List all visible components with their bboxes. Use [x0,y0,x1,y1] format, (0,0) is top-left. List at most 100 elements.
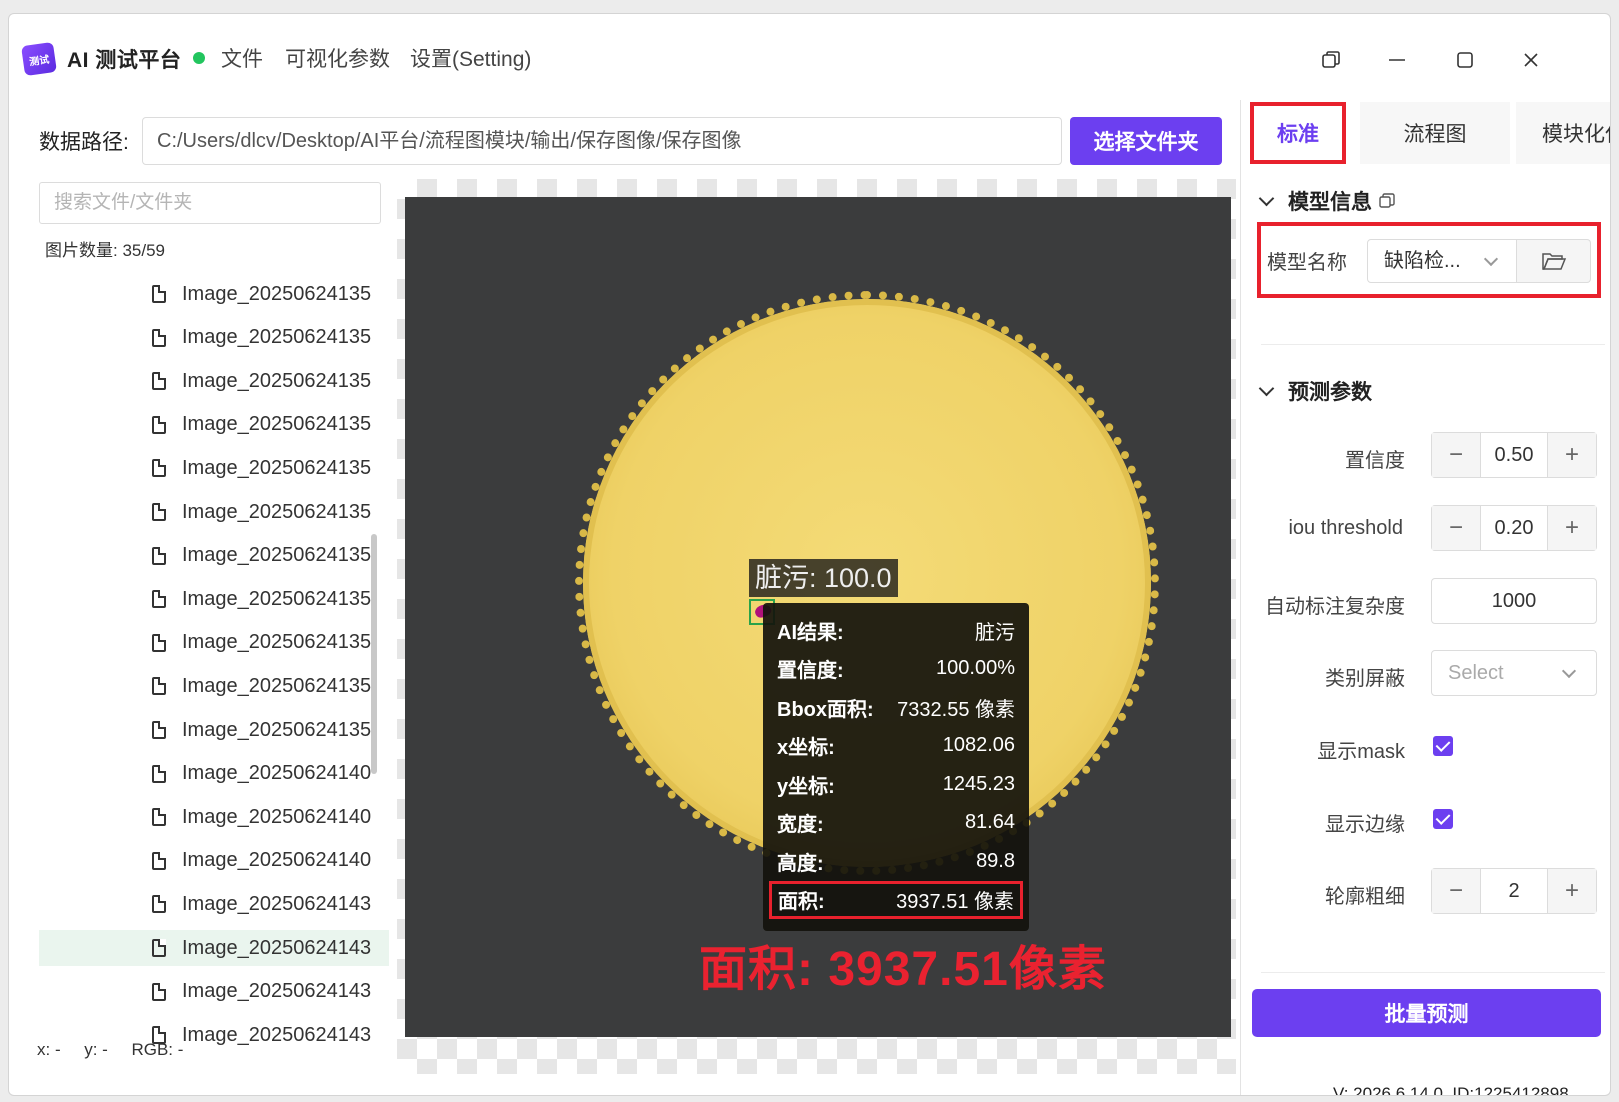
file-name: Image_20250624140 [182,762,372,785]
file-icon [152,764,166,783]
folder-open-icon [1541,253,1566,270]
image-count: 图片数量: 35/59 [45,241,165,260]
batch-predict-button[interactable]: 批量预测 [1252,989,1601,1037]
confidence-value[interactable]: 0.50 [1480,433,1548,477]
class-mask-label: 类别屏蔽 [1325,668,1405,690]
file-item[interactable]: Image_20250624135 [39,276,389,312]
complexity-label: 自动标注复杂度 [1265,596,1405,618]
file-item[interactable]: Image_20250624135 [39,712,389,748]
file-item[interactable]: Image_20250624135 [39,625,389,661]
tooltip-key: x坐标: [777,737,835,760]
tab-flowchart[interactable]: 流程图 [1360,102,1510,164]
app-window: 测试 AI 测试平台 文件 可视化参数 设置(Setting) 数据路径: C:… [8,13,1611,1096]
tab-standard[interactable]: 标准 [1250,102,1346,164]
confidence-label: 置信度 [1345,450,1405,472]
tooltip-row: 高度: 89.8 [777,842,1015,881]
file-item[interactable]: Image_20250624135 [39,363,389,399]
iou-decrement[interactable]: − [1432,506,1480,550]
show-edge-checkbox[interactable] [1433,809,1453,829]
tooltip-key: AI结果: [777,621,844,644]
model-info-title: 模型信息 [1288,191,1372,214]
chevron-down-icon [1483,251,1499,267]
file-icon [152,590,166,609]
image-canvas[interactable]: 脏污: 100.0 AI结果: 脏污 置信度: 100.00% Bbox面积: 7332.… [405,197,1231,1037]
tooltip-value: 81.64 [964,811,1015,834]
tab-modular-task[interactable]: 模块化任务 [1516,102,1610,164]
app-title: AI 测试平台 [67,49,182,72]
minimize-icon [1389,59,1405,61]
cursor-readout: x: - y: - RGB: - [37,1040,183,1060]
model-info-header[interactable]: 模型信息 [1258,186,1396,216]
tooltip-row: 置信度: 100.00% [777,650,1015,689]
confidence-decrement[interactable]: − [1432,433,1480,477]
confidence-increment[interactable]: + [1548,433,1596,477]
detection-label: 脏污: 100.0 [749,559,898,597]
tooltip-row: y坐标: 1245.23 [777,765,1015,804]
tooltip-value: 3937.51 像素 [896,891,1014,914]
file-name: Image_20250624135 [182,413,372,436]
file-name: Image_20250624143 [182,1023,372,1046]
iou-value[interactable]: 0.20 [1480,506,1548,550]
model-select[interactable]: 缺陷检... [1367,239,1517,283]
detection-tooltip: AI结果: 脏污 置信度: 100.00% Bbox面积: 7332.55 像素 x坐标: 1… [763,603,1029,931]
cursor-rgb: RGB: - [131,1040,184,1059]
select-folder-button[interactable]: 选择文件夹 [1070,117,1222,165]
iou-increment[interactable]: + [1548,506,1596,550]
class-mask-placeholder: Select [1448,661,1504,684]
show-mask-label: 显示mask [1317,741,1405,763]
file-icon [152,415,166,434]
file-item[interactable]: Image_20250624140 [39,799,389,835]
image-viewer[interactable]: 脏污: 100.0 AI结果: 脏污 置信度: 100.00% Bbox面积: 7332.… [397,179,1236,1074]
chevron-down-icon [1561,663,1577,679]
complexity-input[interactable]: 1000 [1431,578,1597,624]
tooltip-row: 面积: 3937.51 像素 [769,880,1023,919]
file-item[interactable]: Image_20250624135 [39,494,389,530]
maximize-button[interactable] [1445,40,1485,80]
file-item[interactable]: Image_20250624135 [39,320,389,356]
tooltip-value: 7332.55 像素 [897,698,1015,721]
file-icon [152,895,166,914]
data-path-input[interactable]: C:/Users/dlcv/Desktop/AI平台/流程图模块/输出/保存图像… [142,117,1062,165]
tooltip-value: 100.00% [936,657,1015,680]
file-item[interactable]: Image_20250624140 [39,756,389,792]
file-list-scrollbar[interactable] [371,534,377,774]
contour-increment[interactable]: + [1548,869,1596,913]
copy-icon [1379,193,1395,208]
file-item[interactable]: Image_20250624135 [39,538,389,574]
tooltip-row: AI结果: 脏污 [777,611,1015,650]
class-mask-select[interactable]: Select [1431,650,1597,696]
file-item[interactable]: Image_20250624143 [39,930,389,966]
menu-file[interactable]: 文件 [221,43,263,73]
confidence-stepper: − 0.50 + [1431,432,1597,478]
tooltip-key: 面积: [778,891,825,914]
tooltip-row: x坐标: 1082.06 [777,727,1015,766]
minimize-button[interactable] [1377,40,1417,80]
menu-settings[interactable]: 设置(Setting) [410,43,531,73]
model-browse-button[interactable] [1517,239,1591,283]
tooltip-value: 89.8 [976,849,1015,872]
file-icon [152,459,166,478]
restore-copy-button[interactable] [1311,40,1351,80]
file-icon [152,677,166,696]
file-item[interactable]: Image_20250624135 [39,407,389,443]
contour-value[interactable]: 2 [1480,869,1548,913]
file-icon [152,285,166,303]
contour-decrement[interactable]: − [1432,869,1480,913]
file-item[interactable]: Image_20250624143 [39,974,389,1010]
file-item[interactable]: Image_20250624135 [39,450,389,486]
menu-visual-params[interactable]: 可视化参数 [285,43,390,73]
file-icon [152,503,166,521]
close-button[interactable] [1511,40,1551,80]
file-search-input[interactable]: 搜索文件/文件夹 [39,182,381,224]
show-mask-checkbox[interactable] [1433,736,1453,756]
predict-params-header[interactable]: 预测参数 [1258,376,1372,406]
file-item[interactable]: Image_20250624140 [39,843,389,879]
file-item[interactable]: Image_20250624135 [39,668,389,704]
file-item[interactable]: Image_20250624143 [39,886,389,922]
file-name: Image_20250624135 [182,369,372,392]
version-info: V: 2026.6.14.0, ID:1225412898 [1333,1084,1569,1096]
file-item[interactable]: Image_20250624135 [39,581,389,617]
area-annotation: 面积: 3937.51像素 [699,943,1107,996]
maximize-icon [1457,52,1473,68]
status-dot [193,52,205,64]
